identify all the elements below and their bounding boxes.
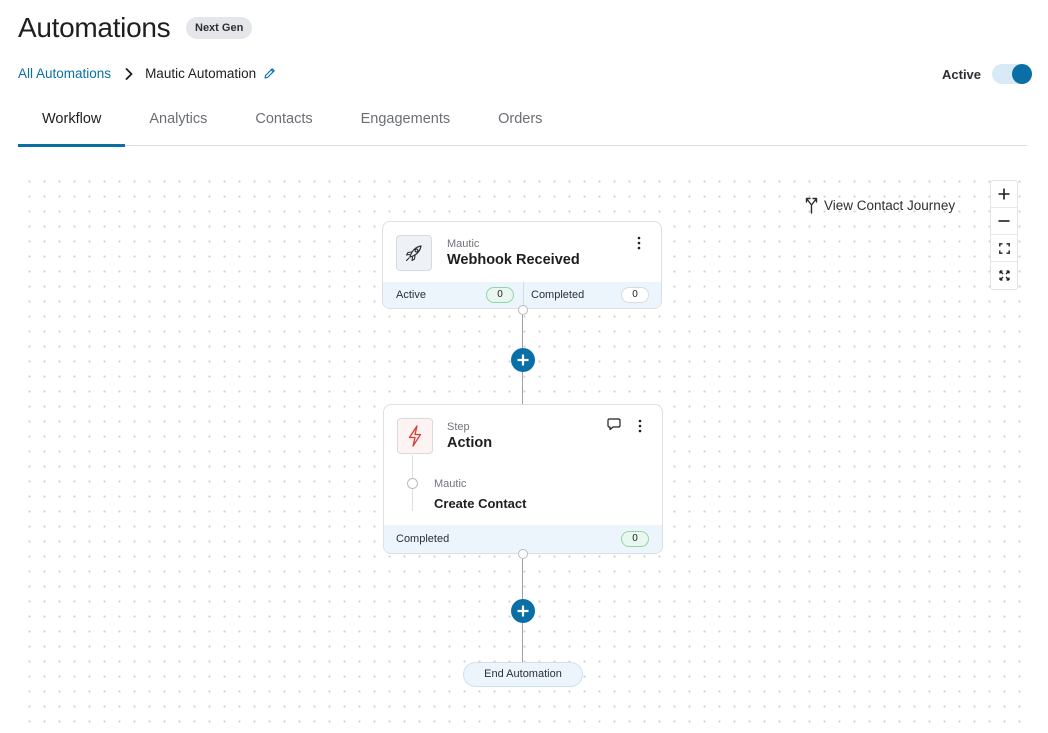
expand-icon <box>998 270 1010 281</box>
branch-icon <box>805 197 818 214</box>
trigger-node[interactable]: Mautic Webhook Received Active 0 Complet… <box>382 221 662 309</box>
tab-workflow[interactable]: Workflow <box>18 98 126 147</box>
breadcrumb-all-automations-link[interactable]: All Automations <box>18 66 111 81</box>
view-contact-journey-label: View Contact Journey <box>824 197 956 213</box>
active-toggle[interactable] <box>992 64 1032 84</box>
trigger-title: Webhook Received <box>447 252 580 268</box>
trigger-output-port[interactable] <box>518 305 528 315</box>
zoom-controls <box>990 180 1018 290</box>
action-title: Action <box>447 435 493 451</box>
next-gen-badge: Next Gen <box>186 17 253 39</box>
action-completed-count: 0 <box>621 531 649 547</box>
page-title: Automations <box>18 12 171 43</box>
active-status-label: Active <box>942 67 982 82</box>
step-dot <box>407 478 418 489</box>
action-node[interactable]: Step Action Mautic Create Contact Comple… <box>383 404 663 554</box>
more-options-icon[interactable] <box>637 236 641 255</box>
completed-stat-label: Completed <box>531 289 585 301</box>
pencil-icon[interactable] <box>263 67 276 80</box>
plus-icon <box>998 188 1010 200</box>
zoom-in-button[interactable] <box>991 181 1017 208</box>
zoom-out-button[interactable] <box>991 208 1017 235</box>
active-count: 0 <box>486 287 514 303</box>
completed-stat: Completed 0 <box>524 282 661 308</box>
action-output-port[interactable] <box>518 549 528 559</box>
expand-button[interactable] <box>991 262 1017 289</box>
add-step-button[interactable] <box>511 348 535 372</box>
breadcrumb: All Automations Mautic Automation <box>18 66 276 81</box>
tab-engagements[interactable]: Engagements <box>337 98 474 145</box>
breadcrumb-current: Mautic Automation <box>145 66 257 81</box>
plus-icon <box>517 605 529 617</box>
lightning-icon <box>408 425 422 447</box>
fit-view-button[interactable] <box>991 235 1017 262</box>
completed-count: 0 <box>621 287 649 303</box>
trigger-subtitle: Mautic <box>447 238 480 250</box>
comment-icon[interactable] <box>607 418 621 436</box>
step-name[interactable]: Create Contact <box>434 496 526 511</box>
toggle-knob <box>1012 64 1032 84</box>
chevron-right-icon <box>125 67 133 80</box>
more-options-icon[interactable] <box>638 419 642 438</box>
action-subtitle: Step <box>447 421 470 433</box>
plus-icon <box>517 354 529 366</box>
tab-contacts[interactable]: Contacts <box>231 98 336 145</box>
rocket-icon-box <box>396 235 432 271</box>
tab-bar: Workflow Analytics Contacts Engagements … <box>18 98 1027 147</box>
action-completed-label: Completed <box>396 533 450 545</box>
minus-icon <box>998 220 1010 222</box>
lightning-icon-box <box>397 418 433 454</box>
add-step-button[interactable] <box>511 599 535 623</box>
active-stat-label: Active <box>396 289 426 301</box>
tab-analytics[interactable]: Analytics <box>125 98 231 145</box>
rocket-icon <box>405 245 422 262</box>
step-app: Mautic <box>434 478 467 490</box>
end-automation-node[interactable]: End Automation <box>463 662 583 687</box>
fit-view-icon <box>998 242 1010 254</box>
view-contact-journey-button[interactable]: View Contact Journey <box>804 196 955 214</box>
active-stat: Active 0 <box>383 282 524 308</box>
tab-orders[interactable]: Orders <box>474 98 566 145</box>
